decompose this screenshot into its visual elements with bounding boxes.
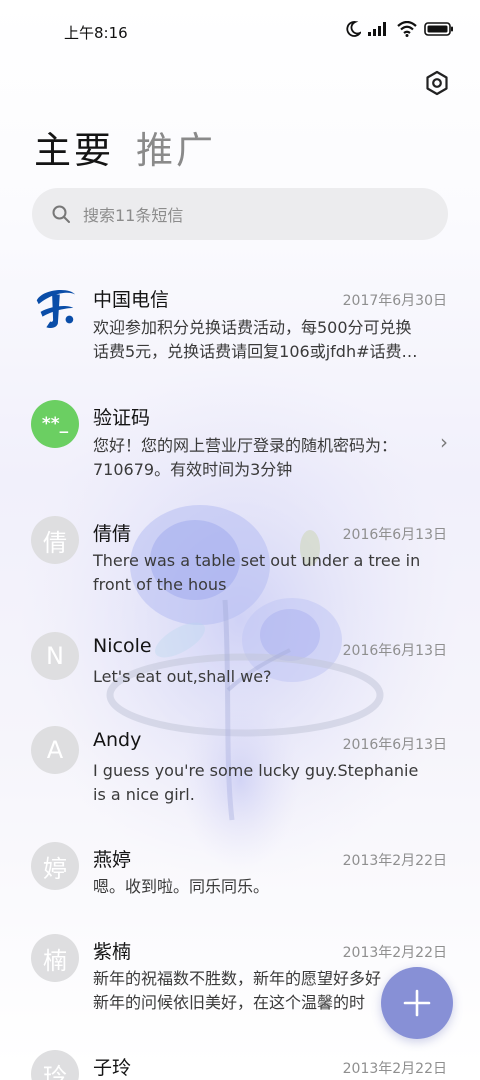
- conversation-item[interactable]: **_ 验证码 › 您好！您的网上营业厅登录的随机密码为： 710679。有效时…: [0, 400, 480, 495]
- avatar: **_: [31, 400, 79, 448]
- tab-bar: 主要 推广: [34, 120, 216, 174]
- wifi-icon: [397, 21, 417, 37]
- message-date: 2016年6月13日: [342, 527, 447, 543]
- message-snippet: 您好！您的网上营业厅登录的随机密码为： 710679。有效时间为3分钟: [93, 434, 448, 482]
- avatar: 倩: [31, 516, 79, 564]
- conversation-item[interactable]: 婷 燕婷 2013年2月22日 嗯。收到啦。同乐同乐。: [0, 842, 480, 912]
- avatar: N: [31, 632, 79, 680]
- signal-icon: [368, 22, 386, 36]
- snippet-line: 嗯。收到啦。同乐同乐。: [93, 877, 270, 896]
- message-snippet: 嗯。收到啦。同乐同乐。: [93, 875, 448, 899]
- message-snippet: There was a table set out under a tree i…: [93, 549, 448, 597]
- contact-name: Nicole: [93, 635, 152, 657]
- snippet-line: Let's eat out,shall we?: [93, 667, 272, 686]
- search-placeholder: 搜索11条短信: [83, 206, 184, 225]
- avatar: 楠: [31, 934, 79, 982]
- conversation-item[interactable]: 玲 子玲 2013年2月22日: [0, 1050, 480, 1080]
- contact-name: 验证码: [93, 407, 151, 429]
- avatar: A: [31, 726, 79, 774]
- search-bar[interactable]: 搜索11条短信: [32, 188, 448, 240]
- message-snippet: I guess you're some lucky guy.Stephanie …: [93, 759, 448, 807]
- message-date: 2013年2月22日: [342, 853, 447, 869]
- snippet-line: 710679。有效时间为3分钟: [93, 460, 293, 479]
- china-telecom-logo: [31, 284, 79, 332]
- message-snippet: 欢迎参加积分兑换话费活动，每500分可兑换 话费5元，兑换话费请回复106或jf…: [93, 316, 448, 364]
- message-date: 2017年6月30日: [342, 293, 447, 309]
- settings-button[interactable]: [422, 68, 452, 98]
- contact-name: 中国电信: [93, 289, 170, 311]
- conversation-item[interactable]: 倩 倩倩 2016年6月13日 There was a table set ou…: [0, 516, 480, 611]
- contact-name: 子玲: [93, 1057, 132, 1079]
- tab-promotions[interactable]: 推广: [136, 120, 216, 174]
- snippet-line: I guess you're some lucky guy.Stephanie: [93, 761, 419, 780]
- contact-name: 紫楠: [93, 941, 132, 963]
- contact-name: Andy: [93, 729, 142, 751]
- conversation-item[interactable]: N Nicole 2016年6月13日 Let's eat out,shall …: [0, 632, 480, 702]
- snippet-line: 您好！您的网上营业厅登录的随机密码为：: [93, 436, 398, 455]
- snippet-line: 话费5元，兑换话费请回复106或jfdh#话费…: [93, 342, 418, 361]
- message-snippet: Let's eat out,shall we?: [93, 665, 448, 689]
- snippet-line: There was a table set out under a tree i…: [93, 551, 421, 570]
- search-icon: [52, 205, 70, 223]
- telecom-logo-icon: [36, 289, 76, 328]
- tab-primary[interactable]: 主要: [34, 120, 114, 174]
- message-date: 2013年2月22日: [342, 1061, 447, 1077]
- conversation-item[interactable]: 中国电信 2017年6月30日 欢迎参加积分兑换话费活动，每500分可兑换 话费…: [0, 282, 480, 377]
- avatar: 婷: [31, 842, 79, 890]
- message-date: 2013年2月22日: [342, 945, 447, 961]
- status-time: 上午8:16: [64, 24, 128, 42]
- status-icons: [345, 20, 454, 38]
- contact-name: 倩倩: [93, 523, 132, 545]
- snippet-line: front of the hous: [93, 575, 227, 594]
- message-date: 2016年6月13日: [342, 737, 447, 753]
- snippet-line: is a nice girl.: [93, 785, 195, 804]
- avatar: 玲: [31, 1050, 79, 1080]
- battery-icon: [424, 22, 453, 36]
- contact-name: 燕婷: [93, 849, 132, 871]
- gear-icon: [426, 70, 448, 96]
- plus-icon: [403, 989, 431, 1017]
- message-date: 2016年6月13日: [342, 643, 447, 659]
- snippet-line: 欢迎参加积分兑换话费活动，每500分可兑换: [93, 318, 412, 337]
- new-message-button[interactable]: [381, 967, 453, 1039]
- conversation-item[interactable]: A Andy 2016年6月13日 I guess you're some lu…: [0, 726, 480, 821]
- moon-icon: [346, 21, 361, 37]
- status-bar: 上午8:16: [0, 0, 480, 62]
